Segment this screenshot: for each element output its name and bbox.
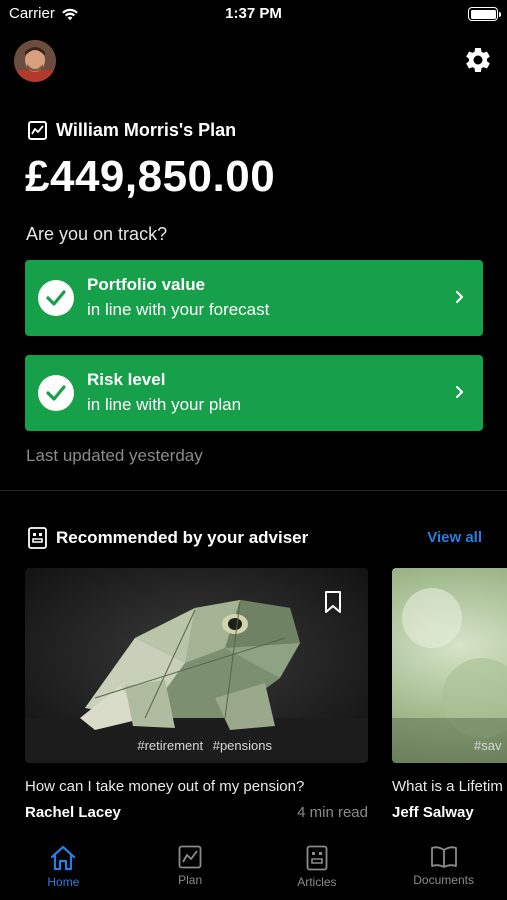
check-circle-icon <box>38 280 74 316</box>
avatar-photo <box>14 40 56 82</box>
articles-icon <box>28 527 47 549</box>
track-question: Are you on track? <box>26 224 168 244</box>
article-read-time: 4 min read <box>297 804 368 821</box>
recommended-header: Recommended by your adviser <box>28 527 308 549</box>
chevron-right-icon <box>455 385 464 399</box>
tab-bar: Home Plan Articles Documents <box>0 838 507 900</box>
recommended-title: Recommended by your adviser <box>56 528 309 547</box>
clock: 1:37 PM <box>225 5 282 22</box>
article-tags: #sav <box>474 738 502 753</box>
plan-amount: £449,850.00 <box>25 152 276 201</box>
article-image: #sav <box>392 568 507 763</box>
plan-title: William Morris's Plan <box>56 120 237 140</box>
chart-icon <box>178 845 202 869</box>
article-card[interactable]: #retirement #pensions How can I take mon… <box>25 568 368 821</box>
tab-label: Documents <box>413 873 474 887</box>
chart-icon <box>28 121 47 140</box>
view-all-link[interactable]: View all <box>427 529 482 546</box>
article-author: Jeff Salway <box>392 804 474 821</box>
article-image: #retirement #pensions <box>25 568 368 763</box>
tab-home[interactable]: Home <box>0 838 127 900</box>
check-circle-icon <box>38 375 74 411</box>
bookmark-icon[interactable] <box>324 590 342 614</box>
book-icon <box>430 846 457 868</box>
tab-label: Home <box>47 875 80 889</box>
tab-documents[interactable]: Documents <box>380 838 507 900</box>
articles-icon <box>306 845 328 871</box>
battery-icon <box>468 7 501 21</box>
avatar[interactable] <box>14 40 56 82</box>
portfolio-value-card[interactable]: Portfolio value in line with your foreca… <box>25 260 483 336</box>
home-icon <box>51 845 76 871</box>
last-updated-text: Last updated yesterday <box>26 446 203 465</box>
tab-plan[interactable]: Plan <box>127 838 254 900</box>
article-author: Rachel Lacey <box>25 804 121 821</box>
tab-label: Articles <box>297 875 337 889</box>
article-title: What is a Lifetim <box>392 778 503 795</box>
tab-label: Plan <box>178 873 203 887</box>
status-bar: Carrier 1:37 PM <box>0 0 507 28</box>
plan-header: William Morris's Plan <box>28 120 236 141</box>
gear-icon[interactable] <box>463 45 493 75</box>
risk-level-card[interactable]: Risk level in line with your plan <box>25 355 483 431</box>
card-title: Portfolio value <box>87 275 206 294</box>
card-subtitle: in line with your forecast <box>87 300 270 319</box>
card-title: Risk level <box>87 370 166 389</box>
article-title: How can I take money out of my pension? <box>25 778 305 795</box>
section-divider <box>0 490 507 491</box>
chevron-right-icon <box>455 290 464 304</box>
tab-articles[interactable]: Articles <box>254 838 381 900</box>
card-subtitle: in line with your plan <box>87 395 242 414</box>
article-tags: #retirement #pensions <box>137 738 272 753</box>
article-card[interactable]: #sav What is a Lifetim Jeff Salway <box>392 568 507 821</box>
